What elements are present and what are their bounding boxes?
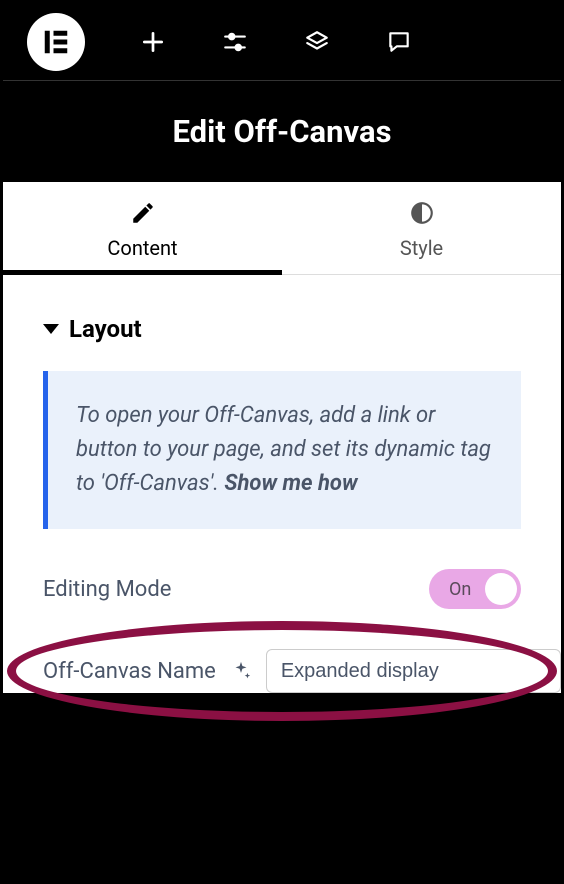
section-layout-header[interactable]: Layout (3, 275, 561, 371)
layers-icon (304, 29, 330, 55)
off-canvas-name-row: Off-Canvas Name (3, 649, 561, 693)
off-canvas-name-input[interactable] (266, 649, 561, 693)
structure-button[interactable] (303, 28, 331, 56)
info-notice: To open your Off-Canvas, add a link or b… (43, 371, 521, 529)
off-canvas-name-label: Off-Canvas Name (43, 659, 216, 684)
panel-body: Layout To open your Off-Canvas, add a li… (3, 275, 561, 693)
elementor-logo-icon (41, 27, 71, 57)
tab-style[interactable]: Style (282, 182, 561, 274)
tab-content-label: Content (107, 236, 177, 260)
panel-header: Edit Off-Canvas (3, 81, 561, 182)
editing-mode-toggle[interactable]: On (429, 569, 521, 609)
topbar (3, 3, 561, 81)
editing-mode-label: Editing Mode (43, 577, 429, 602)
settings-button[interactable] (221, 28, 249, 56)
section-layout-title: Layout (69, 315, 142, 343)
toggle-state-label: On (449, 579, 471, 600)
comments-button[interactable] (385, 28, 413, 56)
add-button[interactable] (139, 28, 167, 56)
tabs: Content Style (3, 182, 561, 275)
elementor-logo[interactable] (27, 13, 85, 71)
tab-style-label: Style (400, 236, 443, 260)
tab-content[interactable]: Content (3, 182, 282, 274)
plus-icon (140, 29, 166, 55)
sparkle-icon (230, 660, 252, 682)
editing-mode-row: Editing Mode On (3, 569, 561, 609)
chat-icon (386, 29, 412, 55)
notice-link[interactable]: Show me how (224, 471, 357, 496)
panel-title: Edit Off-Canvas (3, 113, 561, 150)
pencil-icon (130, 200, 156, 226)
toggle-knob (485, 573, 517, 605)
contrast-icon (409, 200, 435, 226)
chevron-down-icon (43, 324, 59, 334)
sliders-icon (222, 29, 248, 55)
